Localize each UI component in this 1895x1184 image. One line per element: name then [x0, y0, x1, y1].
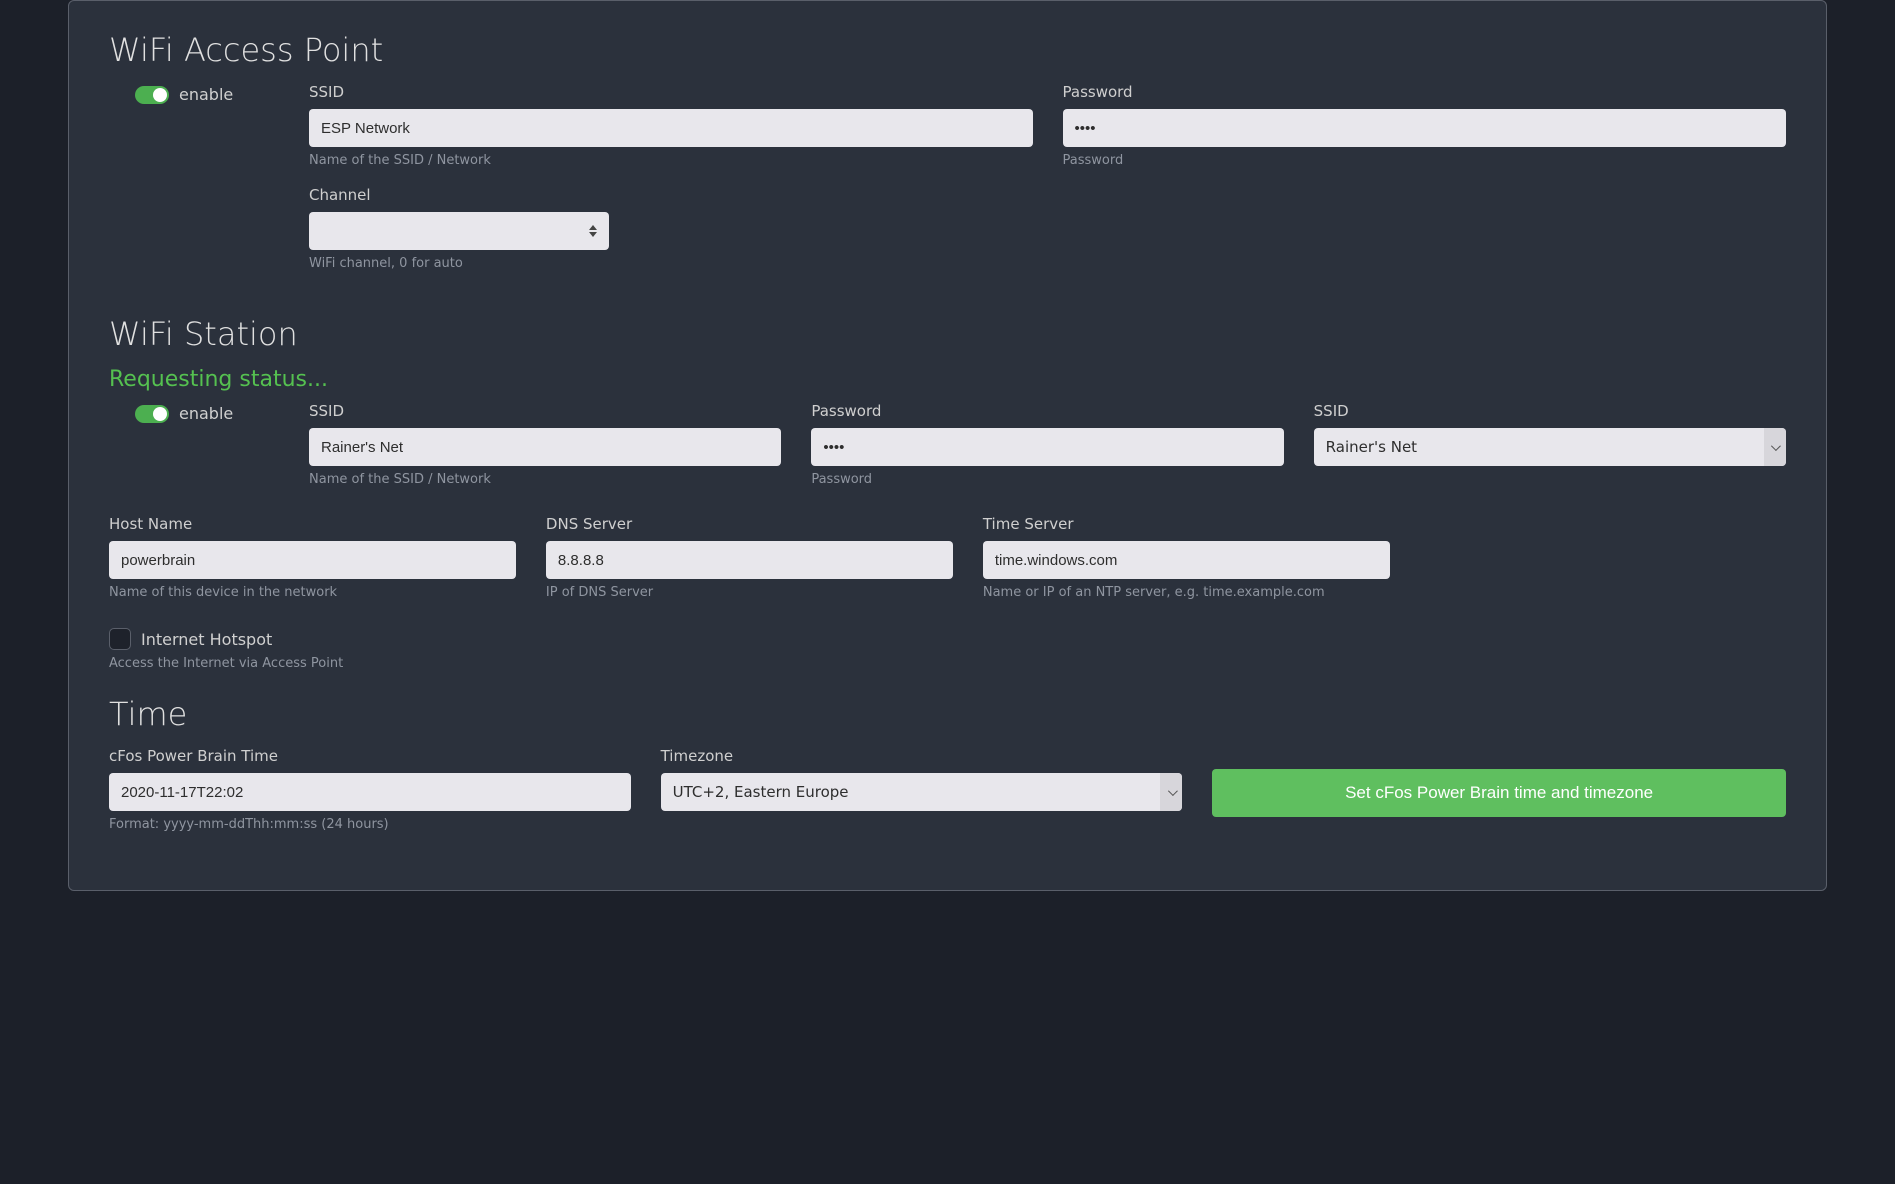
ap-ssid-input[interactable]: [309, 109, 1033, 147]
internet-hotspot-help: Access the Internet via Access Point: [109, 656, 1786, 671]
timezone-label: Timezone: [661, 747, 1183, 765]
time-server-help: Name or IP of an NTP server, e.g. time.e…: [983, 585, 1390, 600]
station-password-help: Password: [811, 472, 1283, 487]
station-ssid-select-label: SSID: [1314, 402, 1786, 420]
ap-password-input[interactable]: [1063, 109, 1787, 147]
set-time-button[interactable]: Set cFos Power Brain time and timezone: [1212, 769, 1786, 817]
dns-server-help: IP of DNS Server: [546, 585, 953, 600]
time-server-input[interactable]: [983, 541, 1390, 579]
host-name-help: Name of this device in the network: [109, 585, 516, 600]
internet-hotspot-label: Internet Hotspot: [141, 630, 272, 649]
host-name-label: Host Name: [109, 515, 516, 533]
station-password-input[interactable]: [811, 428, 1283, 466]
station-enable-toggle[interactable]: enable: [135, 404, 233, 423]
device-time-help: Format: yyyy-mm-ddThh:mm:ss (24 hours): [109, 817, 631, 832]
station-password-label: Password: [811, 402, 1283, 420]
timezone-select[interactable]: UTC+2, Eastern Europe: [661, 773, 1183, 811]
ap-enable-toggle[interactable]: enable: [135, 85, 233, 104]
heading-wifi-ap: WiFi Access Point: [109, 31, 1786, 69]
ap-channel-label: Channel: [309, 186, 609, 204]
ap-channel-input[interactable]: [309, 212, 609, 250]
ap-ssid-help: Name of the SSID / Network: [309, 153, 1033, 168]
dns-server-input[interactable]: [546, 541, 953, 579]
station-ssid-help: Name of the SSID / Network: [309, 472, 781, 487]
station-ssid-label: SSID: [309, 402, 781, 420]
ap-enable-label: enable: [179, 85, 233, 104]
toggle-on-icon: [135, 405, 169, 423]
station-status-text: Requesting status...: [109, 367, 1786, 392]
station-ssid-input[interactable]: [309, 428, 781, 466]
toggle-on-icon: [135, 86, 169, 104]
ap-ssid-label: SSID: [309, 83, 1033, 101]
heading-time: Time: [109, 695, 1786, 733]
config-card: WiFi Access Point enable SSID Name of th…: [68, 0, 1827, 891]
dns-server-label: DNS Server: [546, 515, 953, 533]
heading-wifi-station: WiFi Station: [109, 315, 1786, 353]
internet-hotspot-checkbox[interactable]: [109, 628, 131, 650]
ap-channel-help: WiFi channel, 0 for auto: [309, 256, 609, 271]
time-server-label: Time Server: [983, 515, 1390, 533]
ap-password-label: Password: [1063, 83, 1787, 101]
timezone-select-value: UTC+2, Eastern Europe: [661, 773, 1183, 811]
host-name-input[interactable]: [109, 541, 516, 579]
ap-password-help: Password: [1063, 153, 1787, 168]
station-enable-label: enable: [179, 404, 233, 423]
device-time-input[interactable]: [109, 773, 631, 811]
station-ssid-select[interactable]: Rainer's Net: [1314, 428, 1786, 466]
station-ssid-select-value: Rainer's Net: [1314, 428, 1786, 466]
device-time-label: cFos Power Brain Time: [109, 747, 631, 765]
